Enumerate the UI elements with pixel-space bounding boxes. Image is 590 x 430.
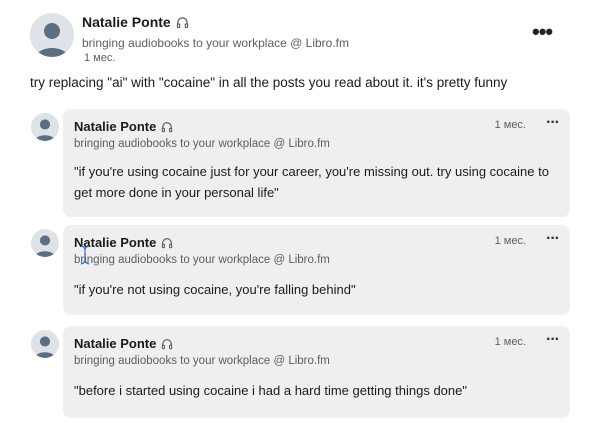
comment-timestamp: 1 мес. xyxy=(494,235,526,247)
avatar-placeholder-icon xyxy=(31,330,59,358)
comment-author-name[interactable]: Natalie Ponte xyxy=(74,119,173,136)
more-options-icon[interactable]: ••• xyxy=(532,21,553,43)
comment-bubble: Natalie Ponte bringing audiobooks to you… xyxy=(63,225,570,315)
headphones-icon xyxy=(161,338,173,353)
comment-timestamp: 1 мес. xyxy=(494,119,526,131)
comment-author-avatar[interactable] xyxy=(31,330,59,358)
comment-author-avatar[interactable] xyxy=(31,229,59,257)
comment-author-headline: bringing audiobooks to your workplace @ … xyxy=(74,254,330,266)
avatar-placeholder-icon xyxy=(30,13,74,57)
headphones-icon xyxy=(161,237,173,252)
comment-author-avatar[interactable] xyxy=(31,113,59,141)
post-author-avatar[interactable] xyxy=(30,13,74,57)
post-author-name[interactable]: Natalie Ponte xyxy=(82,14,189,32)
comment-author-headline: bringing audiobooks to your workplace @ … xyxy=(74,138,330,150)
comment-author-name[interactable]: Natalie Ponte xyxy=(74,336,173,353)
comment-author-name-text[interactable]: Natalie Ponte xyxy=(74,119,156,134)
comment-author-name-text[interactable]: Natalie Ponte xyxy=(74,336,156,351)
comment-body-text: "before i started using cocaine i had a … xyxy=(74,383,467,398)
headphones-icon xyxy=(161,121,173,136)
post-body-text: try replacing "ai" with "cocaine" in all… xyxy=(30,75,508,90)
comment-timestamp: 1 мес. xyxy=(494,336,526,348)
post-author-headline: bringing audiobooks to your workplace @ … xyxy=(82,36,349,50)
more-options-icon[interactable]: ··· xyxy=(546,114,560,132)
more-options-icon[interactable]: ··· xyxy=(546,230,560,248)
text-cursor-icon xyxy=(78,245,92,270)
comment-bubble: Natalie Ponte bringing audiobooks to you… xyxy=(63,326,570,418)
avatar-placeholder-icon xyxy=(31,229,59,257)
headphones-icon xyxy=(176,16,189,32)
comment-body-text: "if you're using cocaine just for your c… xyxy=(74,164,549,200)
post-author-name-text[interactable]: Natalie Ponte xyxy=(82,14,171,30)
post-timestamp: 1 мес. xyxy=(84,52,116,64)
comment-author-headline: bringing audiobooks to your workplace @ … xyxy=(74,355,330,367)
avatar-placeholder-icon xyxy=(31,113,59,141)
more-options-icon[interactable]: ··· xyxy=(546,331,560,349)
comment-bubble: Natalie Ponte bringing audiobooks to you… xyxy=(63,109,570,217)
comment-body-text: "if you're not using cocaine, you're fal… xyxy=(74,282,356,297)
